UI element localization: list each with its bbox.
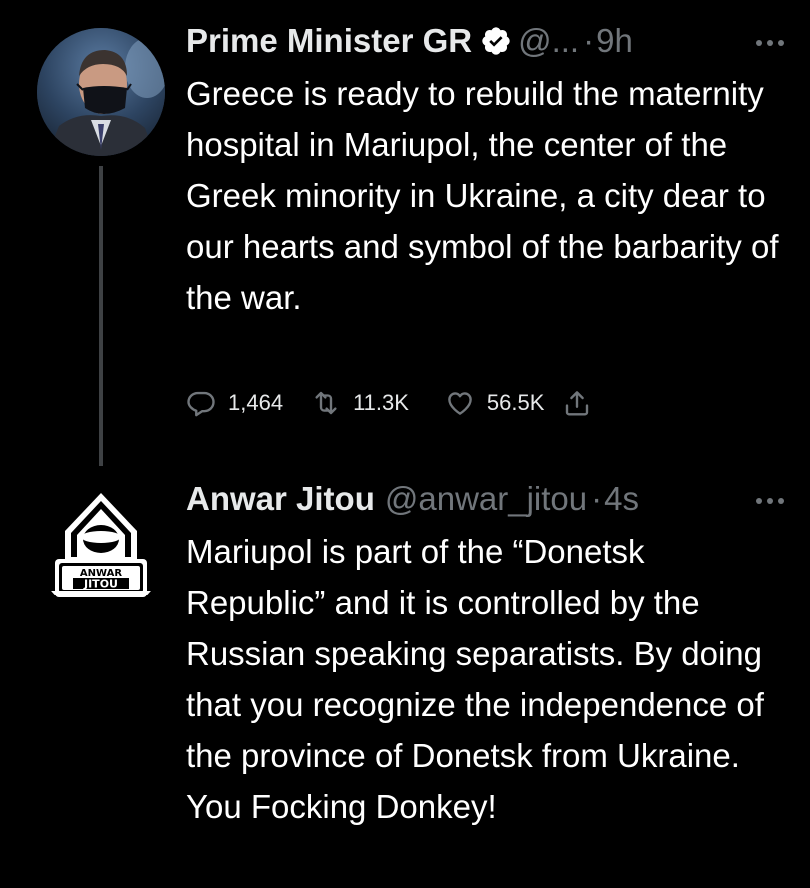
tweet-actions: 1,464 11.3K 56.5K xyxy=(186,385,592,421)
author-name[interactable]: Prime Minister GR xyxy=(186,22,472,60)
reply-button[interactable]: 1,464 xyxy=(186,388,283,418)
tweet-anwar-jitou[interactable]: ANWAR JITOU Anwar Jitou @anwar_jitou · 4… xyxy=(0,470,810,888)
tweet-header: Anwar Jitou @anwar_jitou · 4s xyxy=(186,476,790,522)
reply-icon xyxy=(187,391,215,417)
author-handle[interactable]: @... xyxy=(518,22,579,60)
logo-text-line-2: JITOU xyxy=(83,578,118,591)
tweet-text: Greece is ready to rebuild the maternity… xyxy=(186,75,779,316)
author-handle[interactable]: @anwar_jitou xyxy=(385,480,587,518)
reply-count: 1,464 xyxy=(228,390,284,415)
retweet-count: 11.3K xyxy=(353,390,409,415)
verified-badge-icon xyxy=(482,27,510,55)
share-icon xyxy=(566,391,589,416)
timestamp[interactable]: 4s xyxy=(604,480,639,518)
hooded-figure-logo-icon: ANWAR JITOU xyxy=(37,487,165,615)
separator-dot: · xyxy=(591,480,603,517)
avatar[interactable]: ANWAR JITOU xyxy=(37,487,165,615)
more-icon[interactable] xyxy=(755,38,785,48)
share-button[interactable] xyxy=(562,388,592,418)
avatar[interactable] xyxy=(37,28,165,156)
separator-dot: · xyxy=(583,22,595,59)
retweet-button[interactable]: 11.3K xyxy=(311,388,409,418)
like-count: 56.5K xyxy=(486,390,545,415)
more-icon[interactable] xyxy=(755,496,785,506)
retweet-icon xyxy=(315,391,337,415)
tweet-prime-minister[interactable]: Prime Minister GR @... · 9h Greece is re… xyxy=(0,0,810,470)
tweet-text: Mariupol is part of the “Donetsk Republi… xyxy=(186,533,764,825)
tweet-header: Prime Minister GR @... · 9h xyxy=(186,18,790,64)
heart-icon xyxy=(448,392,472,415)
thread-line xyxy=(99,166,103,466)
portrait-photo-icon xyxy=(37,28,165,156)
like-button[interactable]: 56.5K xyxy=(445,388,545,418)
timestamp[interactable]: 9h xyxy=(596,22,633,60)
author-name[interactable]: Anwar Jitou xyxy=(186,480,375,518)
